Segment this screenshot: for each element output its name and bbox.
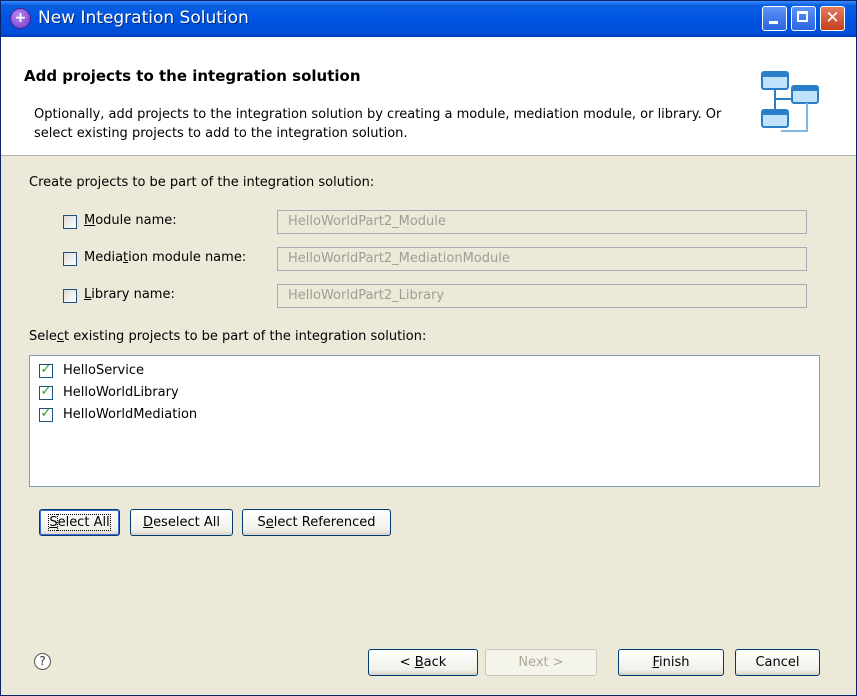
library-name-input[interactable]: HelloWorldPart2_Library [277, 284, 807, 308]
existing-projects-label: Select existing projects to be part of t… [29, 329, 427, 344]
finish-button[interactable]: Finish [618, 649, 724, 676]
hello-world-mediation-checkbox[interactable]: ✓ [39, 406, 53, 422]
list-item-label: HelloWorldMediation [63, 407, 198, 422]
module-name-input[interactable]: HelloWorldPart2_Module [277, 210, 807, 234]
hello-world-library-checkbox[interactable]: ✓ [39, 384, 53, 400]
integration-solution-banner-icon [761, 71, 819, 132]
mediation-module-checkbox[interactable] [63, 252, 77, 266]
library-checkbox[interactable] [63, 289, 77, 303]
module-checkbox[interactable] [63, 215, 77, 229]
select-all-button[interactable]: Select All [39, 509, 120, 536]
cancel-button[interactable]: Cancel [735, 649, 820, 676]
minimize-button[interactable] [762, 6, 787, 31]
close-icon: ✕ [825, 8, 840, 28]
window-title: New Integration Solution [38, 8, 249, 28]
hello-service-checkbox[interactable]: ✓ [39, 362, 53, 378]
deselect-all-button[interactable]: Deselect All [130, 509, 233, 536]
module-name-label: Module name: [84, 213, 177, 228]
list-item-label: HelloWorldLibrary [63, 385, 179, 400]
wizard-header: Add projects to the integration solution… [1, 37, 856, 156]
title-bar[interactable]: + New Integration Solution ✕ [1, 1, 856, 37]
new-integration-solution-window: + New Integration Solution ✕ Add project… [0, 0, 857, 696]
app-icon: + [11, 9, 30, 28]
mediation-module-name-label: Mediation module name: [84, 250, 247, 265]
checkmark-icon: ✓ [40, 362, 52, 377]
library-name-label: Library name: [84, 287, 175, 302]
mediation-module-name-input[interactable]: HelloWorldPart2_MediationModule [277, 247, 807, 271]
back-button[interactable]: < Back [368, 649, 478, 676]
checkmark-icon: ✓ [40, 406, 52, 421]
page-description: Optionally, add projects to the integrat… [34, 107, 722, 141]
maximize-icon [797, 11, 808, 22]
checkmark-icon: ✓ [40, 384, 52, 399]
close-button[interactable]: ✕ [820, 6, 845, 31]
next-button[interactable]: Next > [485, 649, 597, 676]
create-projects-label: Create projects to be part of the integr… [29, 175, 375, 190]
help-icon[interactable]: ? [34, 653, 51, 670]
page-title: Add projects to the integration solution [24, 67, 361, 85]
select-referenced-button[interactable]: Select Referenced [242, 509, 391, 536]
list-item-label: HelloService [63, 363, 144, 378]
minimize-icon [769, 21, 778, 24]
existing-projects-list[interactable]: ✓ HelloService ✓ HelloWorldLibrary ✓ Hel… [29, 355, 820, 487]
maximize-button[interactable] [791, 6, 816, 31]
